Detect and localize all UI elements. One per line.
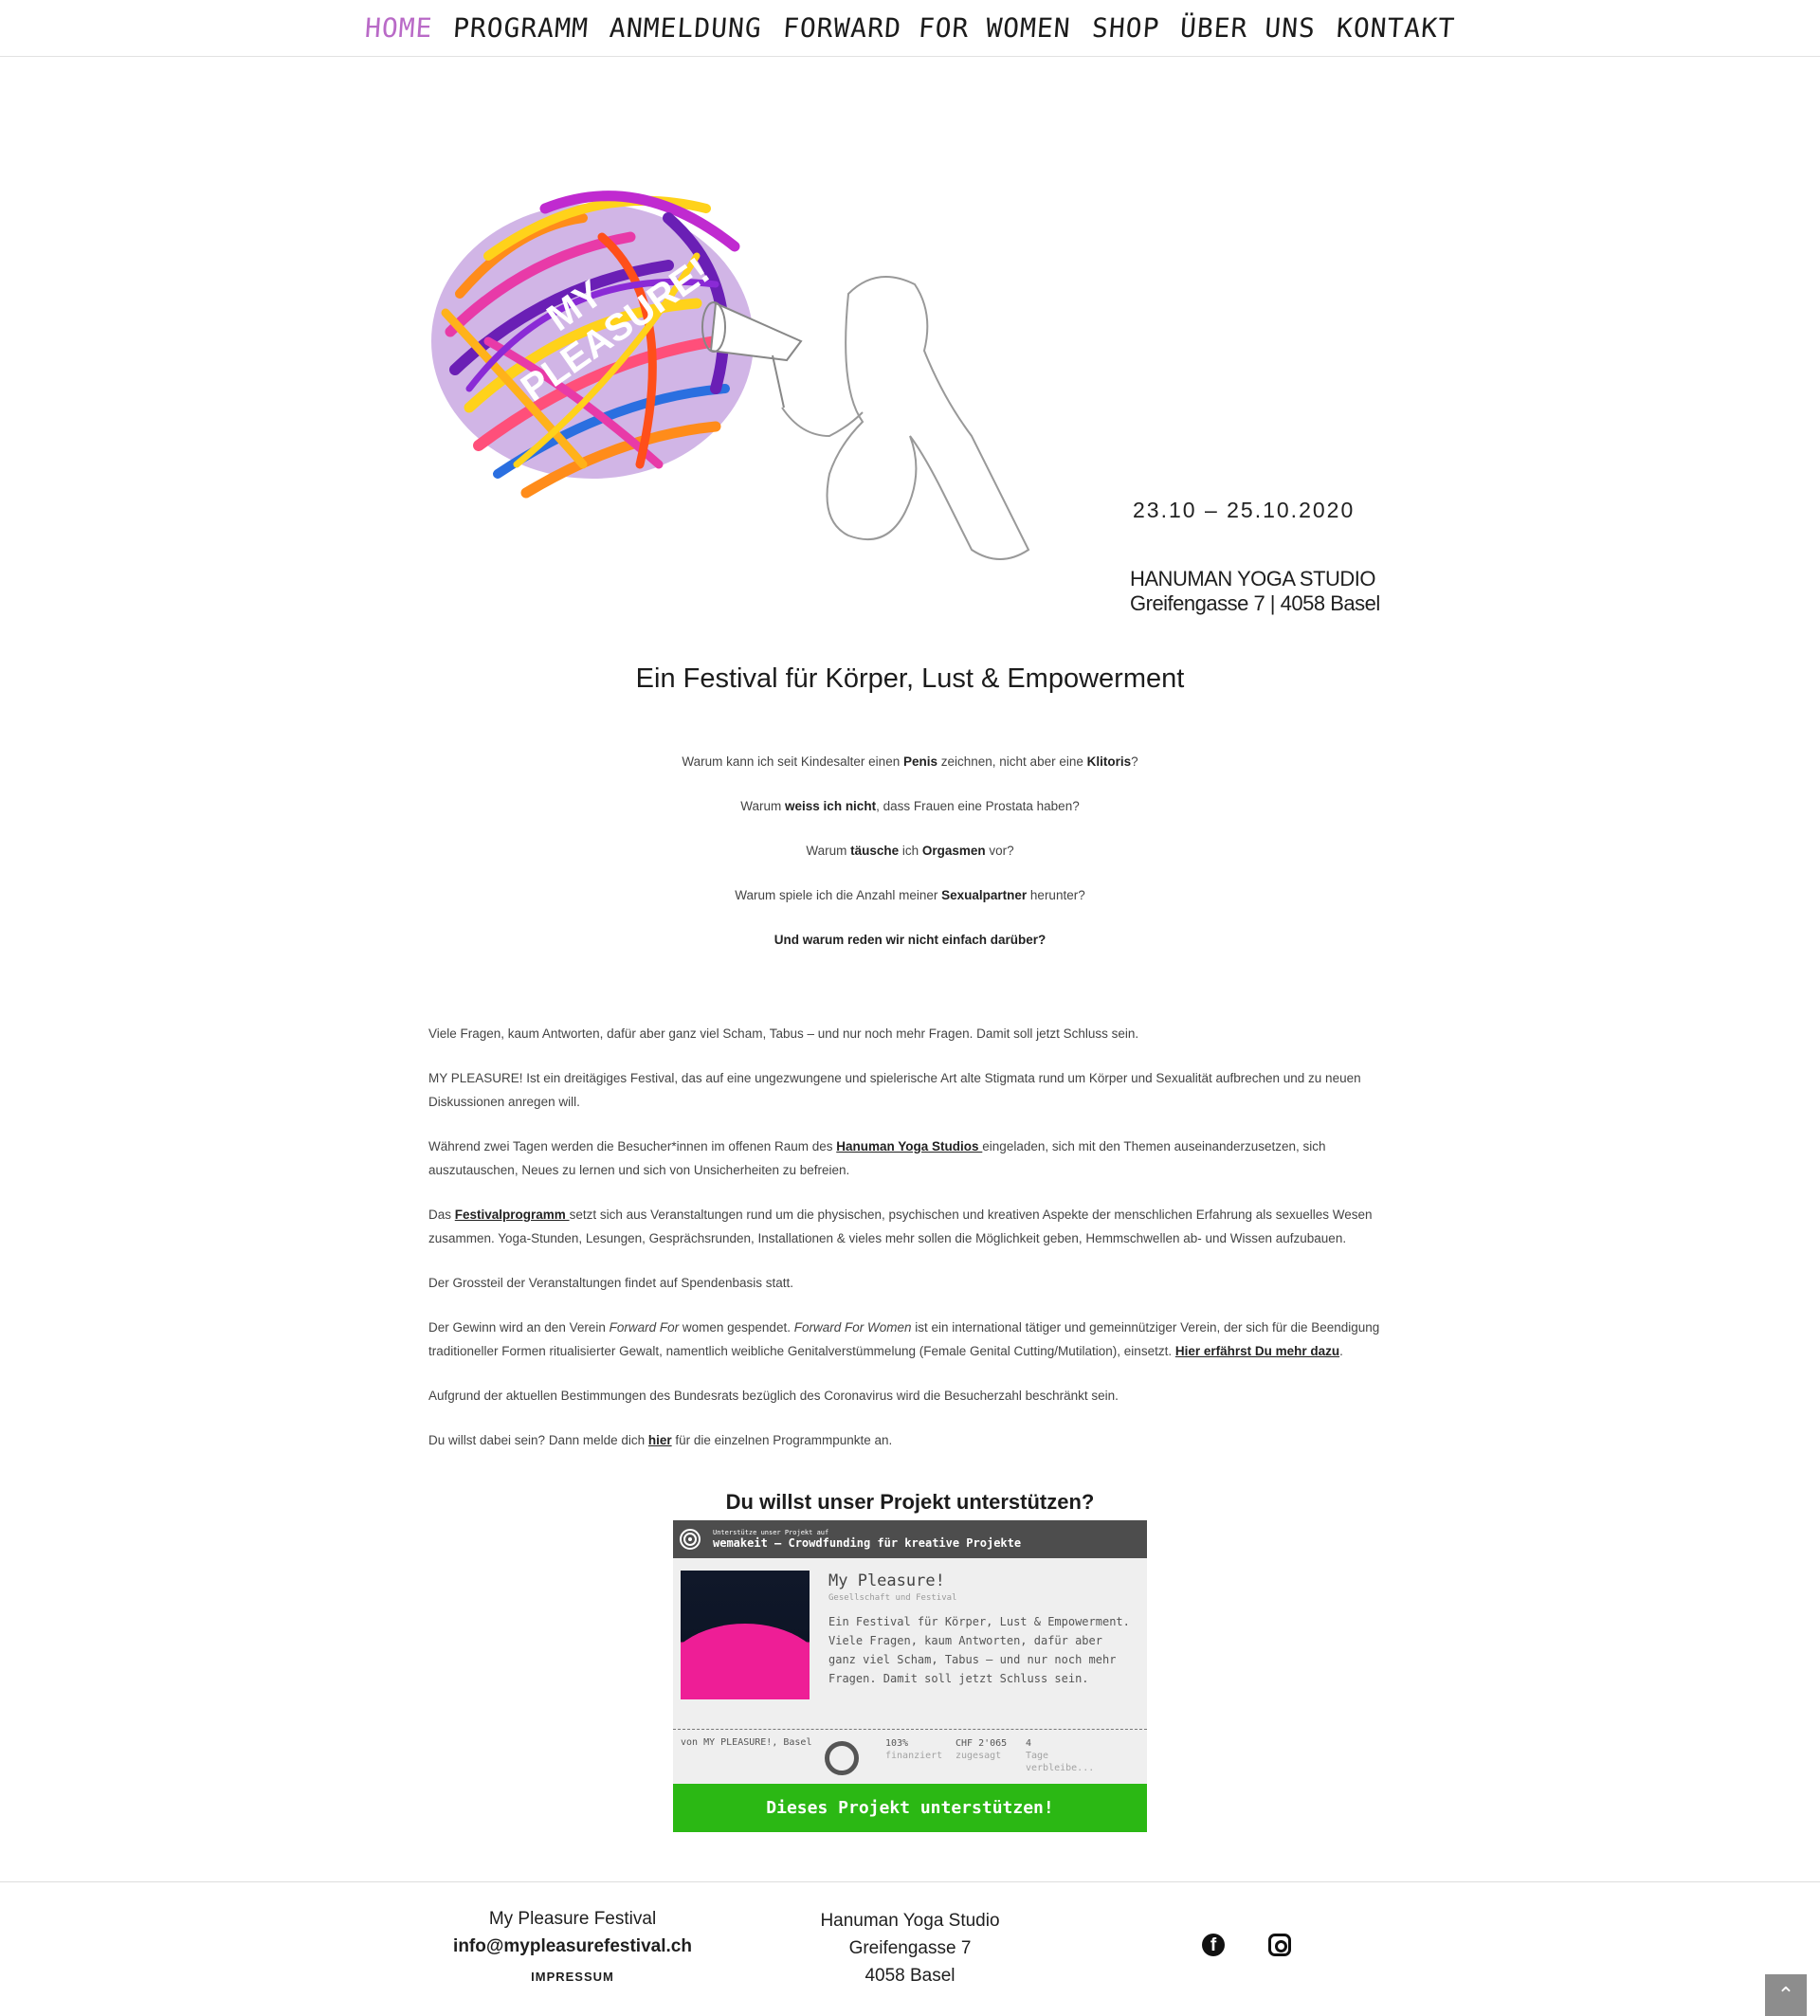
- footer-org-name: My Pleasure Festival: [488, 1909, 657, 1929]
- social-links: f: [1202, 1934, 1291, 1956]
- project-title: My Pleasure!: [828, 1571, 945, 1590]
- forward-for-women-link[interactable]: Hier erfährst Du mehr dazu: [1175, 1344, 1339, 1358]
- nav-kontakt[interactable]: KONTAKT: [1336, 12, 1456, 44]
- stat-pledged: CHF 2'065 zugesagt: [956, 1738, 1008, 1761]
- nav-programm[interactable]: PROGRAMM: [452, 12, 590, 44]
- paragraph-6: Der Gewinn wird an den Verein Forward Fo…: [428, 1320, 1380, 1358]
- facebook-icon[interactable]: f: [1202, 1934, 1225, 1956]
- question-list: Warum kann ich seit Kindesalter einen Pe…: [0, 754, 1820, 976]
- support-title: Du willst unser Projekt unterstützen?: [725, 1490, 1095, 1514]
- project-category: Gesellschaft und Festival: [828, 1593, 957, 1603]
- project-thumbnail: [681, 1571, 810, 1699]
- crowdfunding-widget: Unterstütze unser Projekt auf wemakeit –…: [673, 1520, 1147, 1784]
- paragraph-4: Das Festivalprogramm setzt sich aus Vera…: [428, 1208, 1373, 1245]
- footer-email-link[interactable]: info@mypleasurefestival.ch: [430, 1933, 715, 1960]
- intro-text: Viele Fragen, kaum Antworten, dafür aber…: [428, 1022, 1392, 1452]
- wemakeit-logo-icon: [680, 1529, 701, 1550]
- footer-contact: My Pleasure Festival info@mypleasurefest…: [430, 1905, 715, 1994]
- page-headline: Ein Festival für Körper, Lust & Empowerm…: [635, 663, 1185, 694]
- paragraph-5: Der Grossteil der Veranstaltungen findet…: [428, 1276, 793, 1290]
- widget-header[interactable]: Unterstütze unser Projekt auf wemakeit –…: [673, 1520, 1147, 1558]
- scroll-top-icon[interactable]: ⌃: [1765, 1974, 1807, 2016]
- stat-days-left: 4 Tage verbleibe...: [1026, 1738, 1095, 1773]
- main-nav: HOME PROGRAMM ANMELDUNG FORWARD FOR WOME…: [0, 0, 1820, 57]
- festival-date: 23.10 – 25.10.2020: [1133, 498, 1356, 522]
- project-stats: von MY PLEASURE!, Basel 103% finanziert …: [673, 1729, 1147, 1784]
- support-project-button[interactable]: Dieses Projekt unterstützen!: [673, 1784, 1147, 1832]
- festivalprogramm-link[interactable]: Festivalprogramm: [455, 1208, 570, 1222]
- paragraph-2: MY PLEASURE! Ist ein dreitägiges Festiva…: [428, 1071, 1361, 1109]
- nav-anmeldung[interactable]: ANMELDUNG: [609, 12, 763, 44]
- paragraph-8: Du willst dabei sein? Dann melde dich hi…: [428, 1433, 893, 1447]
- registration-link[interactable]: hier: [648, 1433, 672, 1447]
- footer-venue: Hanuman Yoga Studio Greifengasse 7 4058 …: [768, 1907, 1052, 1989]
- widget-body[interactable]: My Pleasure! Gesellschaft und Festival E…: [673, 1558, 1147, 1729]
- widget-header-title: wemakeit – Crowdfunding für kreative Pro…: [713, 1536, 1022, 1550]
- project-description: Ein Festival für Körper, Lust & Empowerm…: [828, 1615, 1130, 1685]
- nav-forward-for-women[interactable]: FORWARD FOR WOMEN: [782, 12, 1072, 44]
- footer-venue-city: 4058 Basel: [864, 1966, 956, 1986]
- paragraph-1: Viele Fragen, kaum Antworten, dafür aber…: [428, 1026, 1139, 1041]
- venue-address: Greifengasse 7 | 4058 Basel: [1130, 591, 1380, 615]
- project-owner: von MY PLEASURE!, Basel: [681, 1737, 812, 1748]
- funding-ring-icon: [825, 1741, 859, 1775]
- festival-logo-illustration: MY PLEASURE!: [431, 191, 1030, 560]
- paragraph-7: Aufgrund der aktuellen Bestimmungen des …: [428, 1389, 1119, 1403]
- hero: MY PLEASURE! 23.10 – 25.10.2020 HANUMAN …: [0, 57, 1820, 616]
- paragraph-3: Während zwei Tagen werden die Besucher*i…: [428, 1139, 1326, 1177]
- venue-name: HANUMAN YOGA STUDIO: [1130, 567, 1376, 590]
- nav-home[interactable]: HOME: [364, 12, 434, 44]
- instagram-icon[interactable]: [1268, 1934, 1291, 1956]
- nav-shop[interactable]: SHOP: [1090, 12, 1160, 44]
- footer-venue-street: Greifengasse 7: [848, 1938, 972, 1958]
- festival-venue: HANUMAN YOGA STUDIO Greifengasse 7 | 405…: [1130, 567, 1380, 616]
- impressum-link[interactable]: IMPRESSUM: [430, 1960, 715, 1994]
- main-content: Ein Festival für Körper, Lust & Empowerm…: [0, 663, 1820, 1832]
- question-5: Und warum reden wir nicht einfach darübe…: [774, 933, 1046, 947]
- footer-venue-name: Hanuman Yoga Studio: [820, 1911, 1000, 1931]
- question-4: Warum spiele ich die Anzahl meiner Sexua…: [735, 888, 1085, 902]
- figure-illustration: [781, 276, 1030, 560]
- question-1: Warum kann ich seit Kindesalter einen Pe…: [682, 754, 1138, 769]
- question-2: Warum weiss ich nicht, dass Frauen eine …: [740, 799, 1080, 813]
- stat-funded: 103% finanziert: [885, 1738, 943, 1761]
- hanuman-link[interactable]: Hanuman Yoga Studios: [836, 1139, 982, 1153]
- nav-ueber-uns[interactable]: ÜBER UNS: [1179, 12, 1317, 44]
- widget-header-caption: Unterstütze unser Projekt auf: [713, 1529, 829, 1536]
- question-3: Warum täusche ich Orgasmen vor?: [806, 844, 1014, 858]
- footer: My Pleasure Festival info@mypleasurefest…: [0, 1881, 1820, 2016]
